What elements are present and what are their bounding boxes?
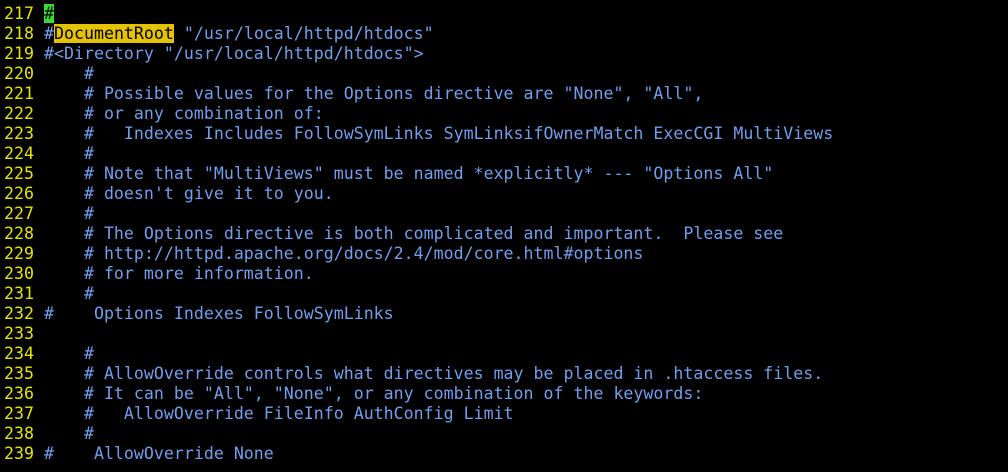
code-line[interactable]: 229 # http://httpd.apache.org/docs/2.4/m…	[0, 244, 1008, 264]
code-line[interactable]: 224 #	[0, 144, 1008, 164]
line-number: 229	[4, 244, 34, 263]
comment-text: # The Options directive is both complica…	[44, 224, 784, 243]
comment-text: # AllowOverride FileInfo AuthConfig Limi…	[44, 404, 514, 423]
line-number: 230	[4, 264, 34, 283]
comment-text: # AllowOverride controls what directives…	[44, 364, 824, 383]
code-line[interactable]: 230 # for more information.	[0, 264, 1008, 284]
code-line[interactable]: 228 # The Options directive is both comp…	[0, 224, 1008, 244]
comment-text: # or any combination of:	[44, 104, 324, 123]
line-text[interactable]: #	[44, 4, 54, 24]
line-number: 235	[4, 364, 34, 383]
line-number: 234	[4, 344, 34, 363]
line-text[interactable]: # for more information.	[44, 264, 314, 284]
line-text[interactable]: # Options Indexes FollowSymLinks	[44, 304, 394, 324]
comment-text: # Indexes Includes FollowSymLinks SymLin…	[44, 124, 834, 143]
line-text[interactable]: #<Directory "/usr/local/httpd/htdocs">	[44, 44, 424, 64]
line-number: 237	[4, 404, 34, 423]
comment-text: # It can be "All", "None", or any combin…	[44, 384, 704, 403]
search-match-highlight: DocumentRoot	[54, 24, 174, 43]
line-text[interactable]: # or any combination of:	[44, 104, 324, 124]
line-number: 225	[4, 164, 34, 183]
comment-text: #	[44, 144, 94, 163]
comment-text: # Options Indexes FollowSymLinks	[44, 304, 394, 323]
code-line[interactable]: 223 # Indexes Includes FollowSymLinks Sy…	[0, 124, 1008, 144]
line-number: 223	[4, 124, 34, 143]
comment-text: # AllowOverride None	[44, 444, 274, 463]
code-line[interactable]: 235 # AllowOverride controls what direct…	[0, 364, 1008, 384]
comment-text: # Possible values for the Options direct…	[44, 84, 704, 103]
code-line[interactable]: 239 # AllowOverride None	[0, 444, 1008, 464]
code-line[interactable]: 218 #DocumentRoot "/usr/local/httpd/htdoc…	[0, 24, 1008, 44]
line-number: 220	[4, 64, 34, 83]
line-text[interactable]: # doesn't give it to you.	[44, 184, 334, 204]
line-text[interactable]: # The Options directive is both complica…	[44, 224, 783, 244]
comment-text: # Note that "MultiViews" must be named *…	[44, 164, 774, 183]
line-text[interactable]: #	[44, 204, 94, 224]
line-number: 233	[4, 324, 34, 343]
code-line[interactable]: 233	[0, 324, 1008, 344]
line-number: 218	[4, 24, 34, 43]
line-text[interactable]: # AllowOverride FileInfo AuthConfig Limi…	[44, 404, 514, 424]
code-line[interactable]: 232 # Options Indexes FollowSymLinks	[0, 304, 1008, 324]
comment-text: #	[44, 284, 94, 303]
line-number: 219	[4, 44, 34, 63]
code-line[interactable]: 238 #	[0, 424, 1008, 444]
comment-text: #	[44, 64, 94, 83]
line-text[interactable]: # http://httpd.apache.org/docs/2.4/mod/c…	[44, 244, 643, 264]
code-line[interactable]: 231 #	[0, 284, 1008, 304]
line-text[interactable]: # It can be "All", "None", or any combin…	[44, 384, 703, 404]
line-text[interactable]: # AllowOverride controls what directives…	[44, 364, 823, 384]
line-number: 224	[4, 144, 34, 163]
comment-text: #<Directory "/usr/local/httpd/htdocs">	[44, 44, 424, 63]
code-line[interactable]: 225 # Note that "MultiViews" must be nam…	[0, 164, 1008, 184]
code-line[interactable]: 237 # AllowOverride FileInfo AuthConfig …	[0, 404, 1008, 424]
line-text[interactable]: #	[44, 424, 94, 444]
code-line[interactable]: 234 #	[0, 344, 1008, 364]
code-line[interactable]: 227 #	[0, 204, 1008, 224]
comment-text: #	[44, 24, 54, 43]
line-text[interactable]: #	[44, 284, 94, 304]
line-text[interactable]: #DocumentRoot "/usr/local/httpd/htdocs"	[44, 24, 434, 44]
comment-text: # http://httpd.apache.org/docs/2.4/mod/c…	[44, 244, 644, 263]
line-number: 236	[4, 384, 34, 403]
line-number: 239	[4, 444, 34, 463]
code-line[interactable]: 219 #<Directory "/usr/local/httpd/htdocs"…	[0, 44, 1008, 64]
line-number: 238	[4, 424, 34, 443]
code-line[interactable]: 220 #	[0, 64, 1008, 84]
line-text[interactable]: # Note that "MultiViews" must be named *…	[44, 164, 773, 184]
code-line[interactable]: 226 # doesn't give it to you.	[0, 184, 1008, 204]
line-text[interactable]: #	[44, 144, 94, 164]
comment-text: # doesn't give it to you.	[44, 184, 334, 203]
comment-text: #	[44, 204, 94, 223]
code-line[interactable]: 221 # Possible values for the Options di…	[0, 84, 1008, 104]
line-text[interactable]: # Possible values for the Options direct…	[44, 84, 703, 104]
line-number: 231	[4, 284, 34, 303]
line-text[interactable]: #	[44, 64, 94, 84]
line-text[interactable]: # Indexes Includes FollowSymLinks SymLin…	[44, 124, 833, 144]
comment-text: # for more information.	[44, 264, 314, 283]
code-line[interactable]: 222 # or any combination of:	[0, 104, 1008, 124]
comment-text: #	[44, 344, 94, 363]
code-line[interactable]: 236 # It can be "All", "None", or any co…	[0, 384, 1008, 404]
line-number: 222	[4, 104, 34, 123]
line-number: 228	[4, 224, 34, 243]
terminal-editor[interactable]: 217 #218 #DocumentRoot "/usr/local/httpd/h…	[0, 0, 1008, 472]
comment-text: "/usr/local/httpd/htdocs"	[173, 24, 434, 43]
line-number: 217	[4, 4, 34, 23]
code-line[interactable]: 217 #	[0, 4, 1008, 24]
line-text[interactable]: #	[44, 344, 94, 364]
line-number: 227	[4, 204, 34, 223]
text-cursor: #	[44, 4, 54, 23]
line-number: 232	[4, 304, 34, 323]
line-number: 226	[4, 184, 34, 203]
line-number: 221	[4, 84, 34, 103]
comment-text: #	[44, 424, 94, 443]
line-text[interactable]: # AllowOverride None	[44, 444, 274, 464]
